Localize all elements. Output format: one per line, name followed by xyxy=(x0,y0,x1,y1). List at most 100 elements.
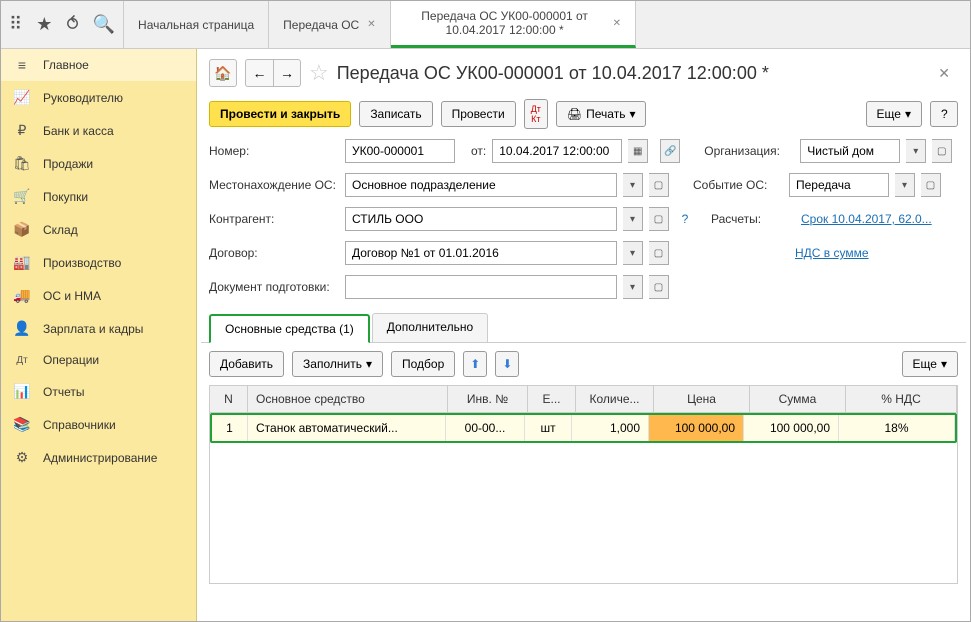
apps-icon[interactable]: ⠿ xyxy=(9,14,22,35)
chevron-down-icon[interactable]: ▾ xyxy=(906,139,926,163)
bars-icon: 📊 xyxy=(13,383,31,400)
location-input[interactable] xyxy=(345,173,617,197)
help-button[interactable]: ? xyxy=(930,101,958,127)
help-icon[interactable]: ? xyxy=(675,212,695,226)
sidebar-item-reports[interactable]: 📊Отчеты xyxy=(1,375,196,408)
move-up-button[interactable]: ⬆ xyxy=(463,351,487,377)
calc-link[interactable]: Срок 10.04.2017, 62.0... xyxy=(801,212,932,226)
open-icon[interactable]: ▢ xyxy=(649,207,669,231)
header-row: 🏠 ← → ☆ Передача ОС УК00-000001 от 10.04… xyxy=(201,53,966,93)
sidebar-item-directories[interactable]: 📚Справочники xyxy=(1,408,196,441)
print-label: Печать xyxy=(586,107,625,121)
tab-transfer-doc[interactable]: Передача ОС УК00-000001 от 10.04.2017 12… xyxy=(391,1,636,48)
fill-button[interactable]: Заполнить▾ xyxy=(292,351,383,377)
print-button[interactable]: 🖨Печать▾ xyxy=(556,101,647,127)
home-button[interactable]: 🏠 xyxy=(209,59,237,87)
sidebar-item-payroll[interactable]: 👤Зарплата и кадры xyxy=(1,312,196,345)
counterparty-label: Контрагент: xyxy=(209,212,339,226)
star-icon[interactable]: ★ xyxy=(36,14,52,35)
contract-input[interactable] xyxy=(345,241,617,265)
counterparty-input[interactable] xyxy=(345,207,617,231)
close-button[interactable]: ✕ xyxy=(930,61,958,86)
move-down-button[interactable]: ⬇ xyxy=(495,351,519,377)
open-icon[interactable]: ▢ xyxy=(932,139,952,163)
post-close-button[interactable]: Провести и закрыть xyxy=(209,101,351,127)
number-label: Номер: xyxy=(209,144,339,158)
col-unit[interactable]: Е... xyxy=(528,386,576,412)
grid-body[interactable] xyxy=(210,443,957,583)
org-input[interactable] xyxy=(800,139,900,163)
dtkt-icon: Дт xyxy=(13,355,31,366)
tab-transfer-list[interactable]: Передача ОС ✕ xyxy=(269,1,390,48)
tab-fixed-assets[interactable]: Основные средства (1) xyxy=(209,314,370,343)
chevron-down-icon[interactable]: ▾ xyxy=(895,173,915,197)
grid-more-button[interactable]: Еще▾ xyxy=(902,351,958,377)
col-vat[interactable]: % НДС xyxy=(846,386,957,412)
dtkt-button[interactable]: ДтКт xyxy=(524,99,548,129)
col-n[interactable]: N xyxy=(210,386,248,412)
box-icon: 📦 xyxy=(13,221,31,238)
col-asset[interactable]: Основное средство xyxy=(248,386,448,412)
top-bar: ⠿ ★ ⥀ 🔍 Начальная страница Передача ОС ✕ … xyxy=(1,1,970,49)
vat-link[interactable]: НДС в сумме xyxy=(795,246,869,260)
grid-header: N Основное средство Инв. № Е... Количе..… xyxy=(210,386,957,413)
history-icon[interactable]: ⥀ xyxy=(66,14,78,35)
forward-button[interactable]: → xyxy=(273,59,301,87)
open-icon[interactable]: ▢ xyxy=(649,241,669,265)
favorite-icon[interactable]: ☆ xyxy=(309,60,329,86)
sidebar-label: Администрирование xyxy=(43,451,157,465)
back-button[interactable]: ← xyxy=(245,59,273,87)
chevron-down-icon[interactable]: ▾ xyxy=(623,275,643,299)
sidebar-item-production[interactable]: 🏭Производство xyxy=(1,246,196,279)
sidebar-item-assets[interactable]: 🚚ОС и НМА xyxy=(1,279,196,312)
close-icon[interactable]: ✕ xyxy=(367,19,375,30)
more-button[interactable]: Еще▾ xyxy=(866,101,922,127)
table-row[interactable]: 1 Станок автоматический... 00-00... шт 1… xyxy=(210,413,957,443)
sidebar-item-operations[interactable]: ДтОперации xyxy=(1,345,196,375)
sidebar-item-sales[interactable]: 🛍Продажи xyxy=(1,147,196,180)
sidebar-item-manager[interactable]: 📈Руководителю xyxy=(1,81,196,114)
tab-label: Передача ОС УК00-000001 от 10.04.2017 12… xyxy=(405,9,605,37)
cell-vat: 18% xyxy=(839,415,955,441)
open-icon[interactable]: ▢ xyxy=(649,275,669,299)
event-input[interactable] xyxy=(789,173,889,197)
link-icon[interactable]: 🔗 xyxy=(660,139,680,163)
chevron-down-icon[interactable]: ▾ xyxy=(623,207,643,231)
prepdoc-input[interactable] xyxy=(345,275,617,299)
sidebar-label: Зарплата и кадры xyxy=(43,322,143,336)
main-panel: 🏠 ← → ☆ Передача ОС УК00-000001 от 10.04… xyxy=(197,49,970,621)
open-icon[interactable]: ▢ xyxy=(921,173,941,197)
number-input[interactable] xyxy=(345,139,455,163)
tab-label: Передача ОС xyxy=(283,18,359,32)
sidebar-item-warehouse[interactable]: 📦Склад xyxy=(1,213,196,246)
sidebar-item-admin[interactable]: ⚙ Администрирование xyxy=(1,441,196,474)
sidebar: ≡Главное 📈Руководителю ₽Банк и касса 🛍Пр… xyxy=(1,49,197,621)
sidebar-item-purchases[interactable]: 🛒Покупки xyxy=(1,180,196,213)
close-icon[interactable]: ✕ xyxy=(613,18,621,29)
chevron-down-icon[interactable]: ▾ xyxy=(623,241,643,265)
col-inv[interactable]: Инв. № xyxy=(448,386,528,412)
grid-toolbar: Добавить Заполнить▾ Подбор ⬆ ⬇ Еще▾ xyxy=(201,343,966,385)
calendar-icon[interactable]: ▦ xyxy=(628,139,648,163)
search-icon[interactable]: 🔍 xyxy=(93,14,115,35)
write-button[interactable]: Записать xyxy=(359,101,432,127)
open-icon[interactable]: ▢ xyxy=(649,173,669,197)
chevron-down-icon[interactable]: ▾ xyxy=(623,173,643,197)
tab-additional[interactable]: Дополнительно xyxy=(372,313,488,342)
sidebar-item-bank[interactable]: ₽Банк и касса xyxy=(1,114,196,147)
add-button[interactable]: Добавить xyxy=(209,351,284,377)
sidebar-label: Покупки xyxy=(43,190,88,204)
col-price[interactable]: Цена xyxy=(654,386,750,412)
sidebar-label: Главное xyxy=(43,58,89,72)
org-label: Организация: xyxy=(704,144,794,158)
col-qty[interactable]: Количе... xyxy=(576,386,654,412)
post-button[interactable]: Провести xyxy=(441,101,516,127)
truck-icon: 🚚 xyxy=(13,287,31,304)
gear-icon: ⚙ xyxy=(13,449,31,466)
select-button[interactable]: Подбор xyxy=(391,351,455,377)
sidebar-item-main[interactable]: ≡Главное xyxy=(1,49,196,81)
tab-home[interactable]: Начальная страница xyxy=(124,1,269,48)
date-input[interactable] xyxy=(492,139,622,163)
col-sum[interactable]: Сумма xyxy=(750,386,846,412)
window-tabs: Начальная страница Передача ОС ✕ Передача… xyxy=(124,1,970,48)
